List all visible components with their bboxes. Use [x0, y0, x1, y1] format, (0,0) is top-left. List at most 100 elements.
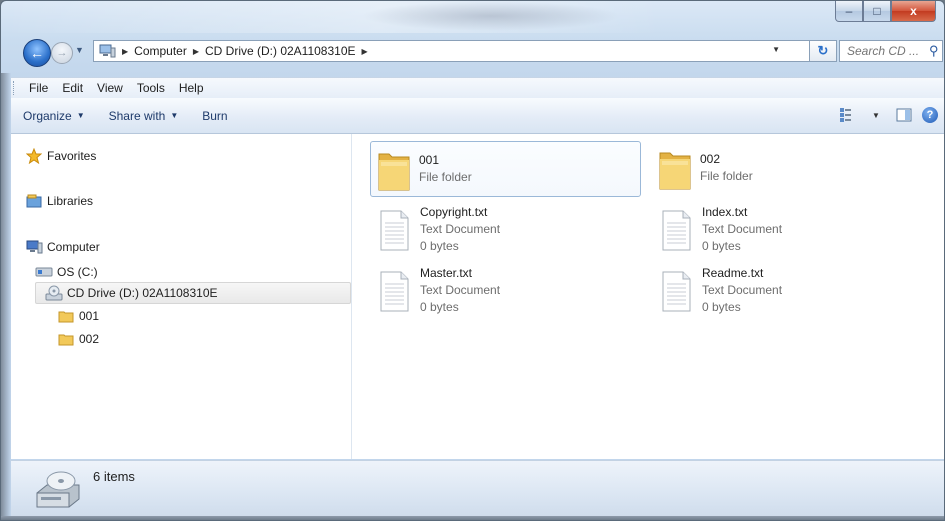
menu-help[interactable]: Help — [172, 81, 211, 95]
file-list: 001 File folder 002 File folder Copyrigh… — [352, 134, 944, 459]
file-size: 0 bytes — [702, 300, 741, 314]
text-document-icon — [380, 210, 409, 251]
back-button[interactable]: ← — [23, 39, 51, 67]
file-tile-002[interactable]: 002 File folder — [652, 141, 923, 197]
burn-button[interactable]: Burn — [190, 109, 239, 123]
breadcrumb: ▶ Computer ▶ CD Drive (D:) 02A1108310E ▶ — [116, 44, 374, 58]
organize-label: Organize — [23, 108, 72, 123]
menu-grip — [13, 81, 16, 95]
file-size: 0 bytes — [420, 300, 459, 314]
file-name: Index.txt — [702, 205, 748, 219]
file-size: 0 bytes — [420, 239, 459, 253]
file-name: Readme.txt — [702, 266, 764, 280]
sidebar-item-favorites[interactable]: Favorites — [25, 146, 96, 166]
file-size: 0 bytes — [702, 239, 741, 253]
breadcrumb-computer[interactable]: Computer — [134, 44, 187, 58]
file-type: Text Document — [420, 283, 501, 297]
file-name: Master.txt — [420, 266, 473, 280]
search-input[interactable] — [845, 43, 929, 59]
chevron-right-icon[interactable]: ▶ — [122, 47, 128, 56]
folder-icon — [659, 152, 691, 190]
maximize-button[interactable]: □ — [863, 1, 891, 22]
help-icon[interactable]: ? — [922, 107, 938, 123]
forward-arrow-icon: → — [56, 47, 68, 59]
sidebar-item-libraries[interactable]: Libraries — [25, 191, 93, 211]
view-dropdown-icon[interactable]: ▼ — [866, 106, 886, 124]
window-bottom-edge — [1, 516, 944, 520]
sidebar-label: Computer — [47, 240, 100, 254]
sidebar-label: Favorites — [47, 149, 97, 163]
chevron-down-icon: ▼ — [76, 111, 85, 120]
text-document-icon — [662, 210, 691, 251]
sidebar-item-folder-002[interactable]: 002 — [57, 329, 99, 349]
title-bar[interactable] — [1, 1, 944, 33]
item-count: 6 items — [93, 469, 135, 484]
address-dropdown-icon[interactable]: ▼ — [772, 45, 780, 54]
organize-button[interactable]: Organize ▼ — [11, 109, 97, 123]
sidebar-item-computer[interactable]: Computer — [25, 237, 100, 257]
computer-icon — [99, 44, 116, 58]
folder-icon — [57, 308, 75, 324]
hard-drive-icon — [35, 264, 53, 280]
navigation-pane: Favorites Libraries Computer OS (C:) CD … — [11, 134, 352, 459]
file-type: Text Document — [420, 222, 501, 236]
view-options-icon[interactable] — [838, 106, 858, 124]
file-name: 001 — [419, 153, 440, 167]
refresh-button[interactable]: ↻ — [809, 40, 837, 62]
search-box[interactable]: ⚲ — [839, 40, 943, 62]
sidebar-item-cd-drive[interactable]: CD Drive (D:) 02A1108310E — [45, 283, 218, 303]
file-name: Copyright.txt — [420, 205, 488, 219]
menu-file[interactable]: File — [22, 81, 55, 95]
cd-drive-icon — [36, 471, 80, 508]
window-frame-edge — [1, 73, 11, 516]
share-with-button[interactable]: Share with ▼ — [97, 109, 191, 123]
file-type: Text Document — [702, 283, 783, 297]
chevron-down-icon: ▼ — [170, 111, 179, 120]
menu-view[interactable]: View — [90, 81, 130, 95]
file-tile-copyright[interactable]: Copyright.txt Text Document 0 bytes — [370, 204, 641, 260]
burn-label: Burn — [202, 108, 228, 123]
file-tile-readme[interactable]: Readme.txt Text Document 0 bytes — [652, 265, 923, 321]
address-bar[interactable]: ▶ Computer ▶ CD Drive (D:) 02A1108310E ▶… — [93, 40, 811, 62]
text-document-icon — [380, 271, 409, 312]
sidebar-label: Libraries — [47, 194, 94, 208]
sidebar-item-folder-001[interactable]: 001 — [57, 306, 99, 326]
file-tile-001[interactable]: 001 File folder — [370, 141, 641, 197]
computer-icon — [25, 239, 43, 255]
sidebar-label: OS (C:) — [57, 265, 98, 279]
text-document-icon — [662, 271, 691, 312]
close-button[interactable]: x — [891, 1, 936, 22]
navigation-row: ← → ▼ ▶ Computer ▶ CD Drive (D:) 02A1108… — [1, 33, 944, 73]
file-name: 002 — [700, 152, 721, 166]
file-type: Text Document — [702, 222, 783, 236]
file-tile-master[interactable]: Master.txt Text Document 0 bytes — [370, 265, 641, 321]
file-tile-index[interactable]: Index.txt Text Document 0 bytes — [652, 204, 923, 260]
library-icon — [25, 193, 43, 209]
star-icon — [25, 148, 43, 164]
breadcrumb-cd-drive[interactable]: CD Drive (D:) 02A1108310E — [205, 44, 356, 58]
back-arrow-icon: ← — [30, 45, 44, 61]
refresh-icon: ↻ — [817, 43, 829, 58]
preview-pane-icon[interactable] — [894, 106, 914, 124]
sidebar-label: CD Drive (D:) 02A1108310E — [67, 286, 218, 300]
sidebar-item-os-drive[interactable]: OS (C:) — [35, 262, 98, 282]
details-pane: 6 items — [11, 460, 944, 517]
folder-icon — [378, 153, 410, 191]
minimize-button[interactable]: – — [835, 1, 863, 22]
sidebar-label: 001 — [79, 309, 100, 323]
menu-bar: File Edit View Tools Help — [11, 77, 944, 99]
share-with-label: Share with — [108, 108, 166, 123]
menu-tools[interactable]: Tools — [130, 81, 172, 95]
cd-drive-icon — [45, 285, 63, 301]
history-dropdown-icon[interactable]: ▼ — [75, 45, 84, 55]
chevron-right-icon[interactable]: ▶ — [362, 47, 368, 56]
sidebar-label: 002 — [79, 332, 100, 346]
main-area: Favorites Libraries Computer OS (C:) CD … — [11, 134, 944, 459]
file-type: File folder — [700, 169, 753, 183]
search-icon[interactable]: ⚲ — [929, 43, 939, 59]
folder-icon — [57, 331, 75, 347]
chevron-right-icon[interactable]: ▶ — [193, 47, 199, 56]
forward-button[interactable]: → — [51, 42, 73, 64]
menu-edit[interactable]: Edit — [55, 81, 90, 95]
explorer-window: – □ x ← → ▼ ▶ Computer ▶ CD Drive (D:) 0… — [0, 0, 945, 521]
